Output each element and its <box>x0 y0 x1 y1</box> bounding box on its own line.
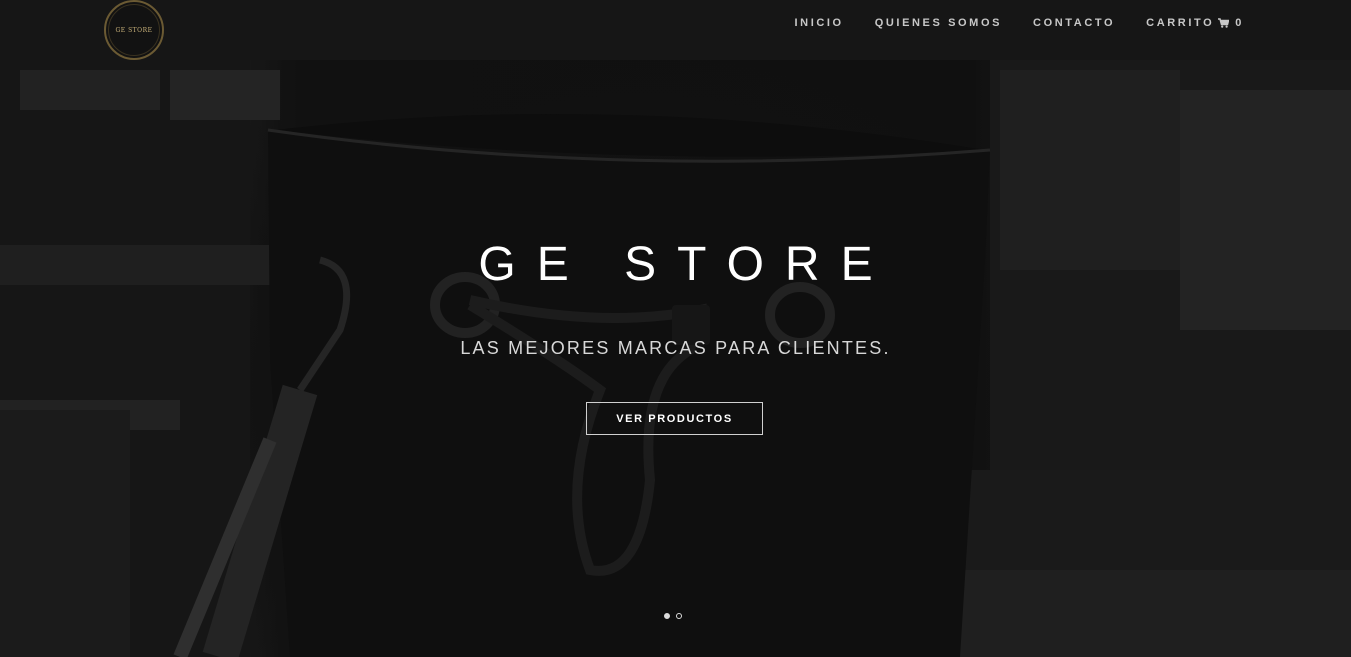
logo-ring: GE STORE <box>108 4 160 56</box>
site-header: GE STORE INICIO QUIENES SOMOS CONTACTO C… <box>0 0 1351 60</box>
hero-title: GE STORE <box>478 238 894 291</box>
view-products-button[interactable]: VER PRODUCTOS <box>586 402 763 435</box>
nav-item-inicio[interactable]: INICIO <box>795 17 844 29</box>
page: GE STORE INICIO QUIENES SOMOS CONTACTO C… <box>0 0 1351 657</box>
slider-dots <box>664 613 682 619</box>
cart-count: 0 <box>1235 17 1244 29</box>
nav-item-carrito[interactable]: CARRITO 0 <box>1146 17 1244 29</box>
logo-text: GE STORE <box>115 26 153 34</box>
main-nav: INICIO QUIENES SOMOS CONTACTO CARRITO 0 <box>795 17 1245 29</box>
nav-item-contacto[interactable]: CONTACTO <box>1033 17 1115 29</box>
cart-icon <box>1218 18 1230 28</box>
slider-dot-1[interactable] <box>664 613 670 619</box>
logo[interactable]: GE STORE <box>104 0 164 60</box>
nav-item-quienes-somos[interactable]: QUIENES SOMOS <box>875 17 1002 29</box>
hero-subtitle: LAS MEJORES MARCAS PARA CLIENTES. <box>460 338 891 358</box>
nav-item-carrito-label: CARRITO <box>1146 17 1215 29</box>
slider-dot-2[interactable] <box>676 613 682 619</box>
